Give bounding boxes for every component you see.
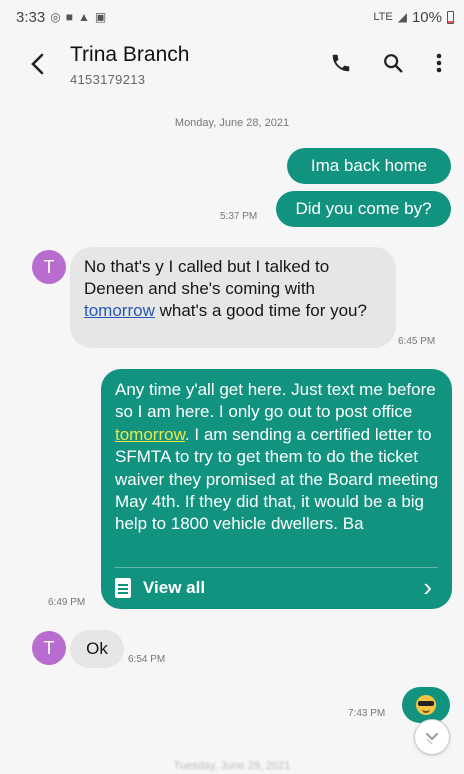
whatsapp-icon: ◎ — [50, 10, 61, 24]
message-text-continued: what's a good time for you? — [159, 301, 367, 320]
phone-icon — [332, 54, 350, 72]
battery-level: 10% — [411, 8, 442, 26]
more-options-button[interactable] — [424, 48, 454, 78]
avatar-initial: T — [43, 256, 55, 277]
status-left: 3:33 ◎ ■ ▲ ▣ — [16, 9, 106, 26]
message-text: Ok — [86, 639, 108, 658]
more-vert-icon — [436, 53, 442, 73]
back-arrow-icon — [31, 53, 44, 75]
date-separator: Tuesday, June 29, 2021 — [173, 760, 291, 772]
avatar-initial: T — [43, 637, 55, 658]
message-text: Ima back home — [310, 156, 428, 175]
wallet-icon: ■ — [65, 10, 73, 24]
message-time: 5:37 PM — [220, 211, 258, 222]
status-time: 3:33 — [16, 8, 46, 26]
message-time: 7:43 PM — [348, 708, 386, 719]
call-button[interactable] — [326, 48, 356, 78]
outgoing-message-bubble[interactable]: Did you come by? — [276, 191, 451, 227]
message-text: Did you come by? — [295, 199, 432, 218]
status-right: LTE ◢ 10% — [373, 9, 454, 26]
outgoing-emoji-bubble[interactable] — [402, 687, 450, 723]
chevron-down-icon — [426, 733, 438, 745]
drive-icon: ▲ — [77, 10, 90, 24]
back-button[interactable] — [28, 46, 58, 82]
contact-name[interactable]: Trina Branch — [70, 43, 189, 67]
search-button[interactable] — [378, 48, 408, 78]
contact-number: 4153179213 — [70, 72, 146, 87]
contact-avatar[interactable]: T — [32, 631, 66, 665]
document-icon — [115, 577, 131, 598]
long-message-body: Any time y'all get here. Just text me be… — [115, 379, 440, 561]
contact-avatar[interactable]: T — [32, 250, 66, 284]
incoming-message-bubble[interactable]: Ok — [70, 630, 124, 668]
scroll-to-bottom-button[interactable] — [414, 719, 450, 755]
outgoing-message-bubble[interactable]: Ima back home — [287, 148, 451, 184]
search-icon — [384, 54, 403, 73]
message-time: 6:49 PM — [48, 597, 86, 608]
message-link-tomorrow[interactable]: tomorrow — [115, 425, 185, 444]
signal-icon: ◢ — [397, 10, 407, 24]
message-text: No that's y I called but I talked to Den… — [84, 257, 330, 298]
conversation-header: Trina Branch 4153179213 — [0, 34, 464, 104]
message-text: Any time y'all get here. Just text me be… — [115, 380, 436, 422]
chevron-right-icon: › — [423, 572, 432, 602]
network-type: LTE — [373, 11, 393, 23]
view-all-button[interactable]: View all › — [115, 567, 438, 607]
outgoing-long-message-bubble[interactable]: Any time y'all get here. Just text me be… — [101, 369, 452, 609]
sunglasses-emoji-icon — [416, 695, 436, 715]
status-bar: 3:33 ◎ ■ ▲ ▣ LTE ◢ 10% — [0, 0, 464, 34]
view-all-label: View all — [143, 577, 206, 597]
message-time: 6:54 PM — [128, 654, 166, 665]
battery-icon — [447, 10, 454, 24]
message-time: 6:45 PM — [398, 336, 436, 347]
date-separator: Monday, June 28, 2021 — [174, 117, 290, 129]
incoming-message-bubble[interactable]: No that's y I called but I talked to Den… — [70, 247, 396, 348]
image-icon: ▣ — [94, 10, 107, 24]
message-link-tomorrow[interactable]: tomorrow — [84, 301, 155, 320]
